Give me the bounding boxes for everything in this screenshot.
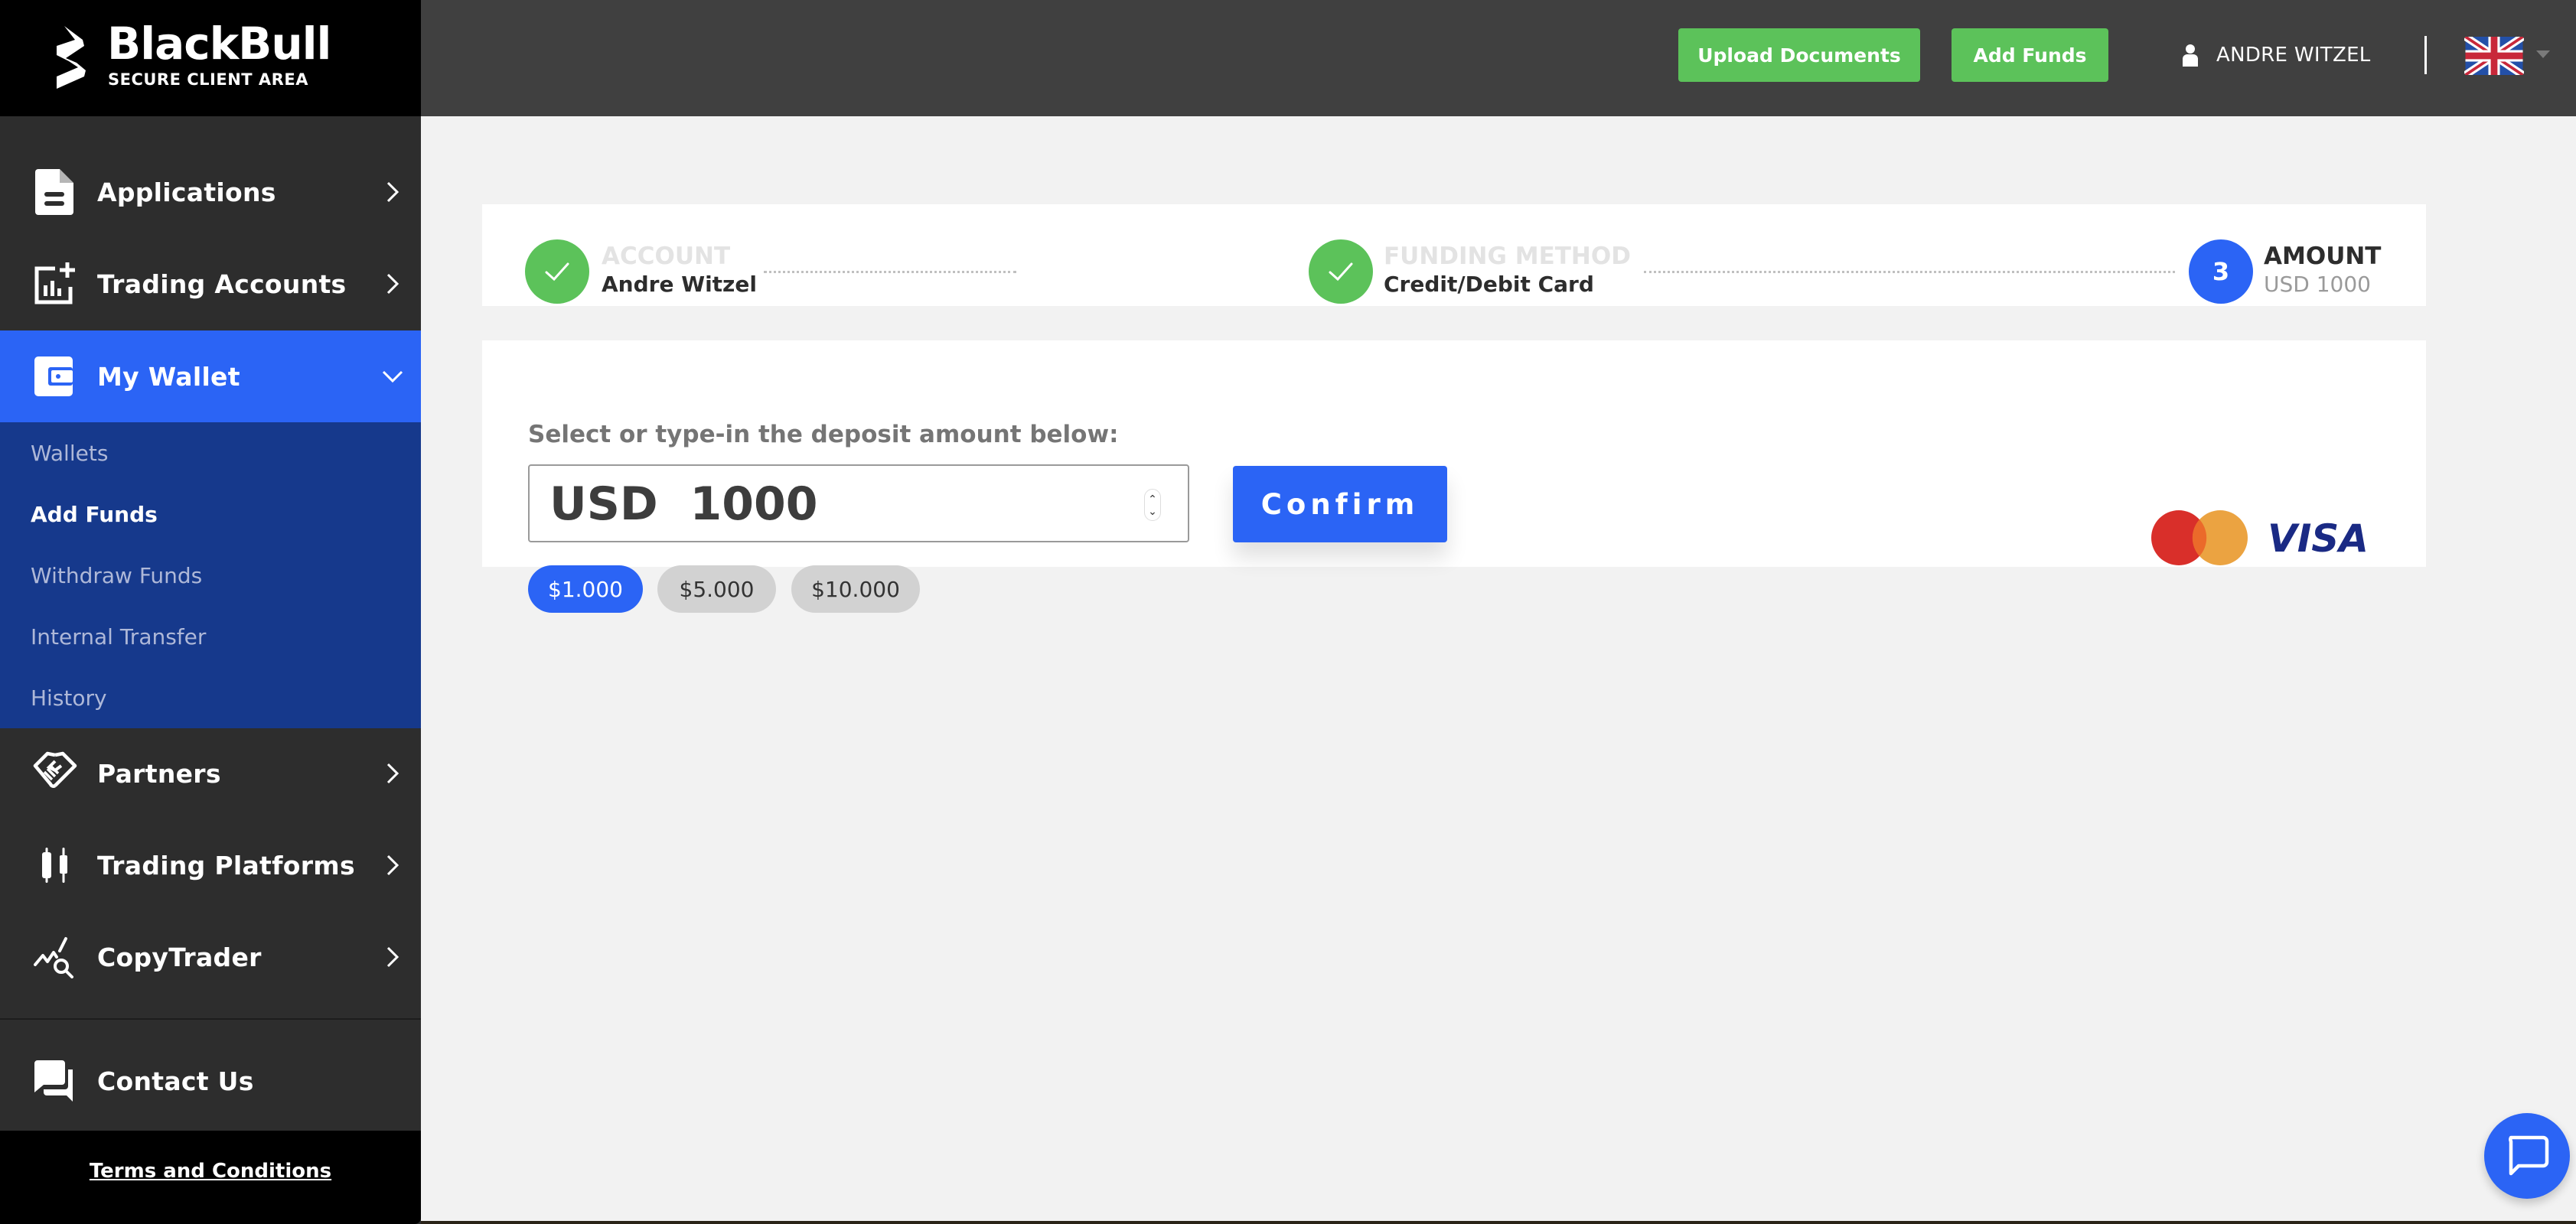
- step-2-complete-indicator: [1309, 239, 1373, 304]
- sidebar-footer: Terms and Conditions: [0, 1131, 421, 1224]
- user-menu[interactable]: ANDRE WITZEL: [2181, 38, 2371, 72]
- sidebar-item-my-wallet[interactable]: My Wallet: [0, 330, 421, 422]
- document-icon: [32, 169, 78, 215]
- sidebar-item-label: Applications: [97, 177, 276, 207]
- brand-name: BlackBull: [107, 18, 331, 70]
- terms-and-conditions-link[interactable]: Terms and Conditions: [0, 1160, 421, 1183]
- step-2-title: FUNDING METHOD: [1384, 243, 1631, 270]
- step-connector: [1644, 271, 2175, 273]
- wallet-submenu: Wallets Add Funds Withdraw Funds Interna…: [0, 422, 421, 728]
- step-2-value: Credit/Debit Card: [1384, 272, 1594, 297]
- sidebar: BlackBull SECURE CLIENT AREA Application…: [0, 0, 421, 1224]
- amount-stepper[interactable]: ⌃ ⌄: [1144, 489, 1161, 521]
- chevron-right-icon: [386, 855, 399, 876]
- submenu-item-withdraw-funds[interactable]: Withdraw Funds: [31, 545, 202, 606]
- deposit-amount-card: Select or type-in the deposit amount bel…: [482, 340, 2426, 613]
- wallet-icon: [32, 353, 78, 399]
- step-1-complete-indicator: [525, 239, 589, 304]
- chevron-right-icon: [386, 946, 399, 968]
- step-3-value: USD 1000: [2264, 272, 2371, 297]
- bottom-edge: [421, 1221, 2576, 1224]
- decrement-icon[interactable]: ⌄: [1148, 505, 1157, 517]
- step-connector: [764, 271, 1016, 273]
- chevron-right-icon: [386, 763, 399, 784]
- preset-amount-1000[interactable]: $1.000: [528, 565, 643, 613]
- amount-input[interactable]: [549, 475, 1101, 533]
- chat-bubble-icon: [2509, 1135, 2549, 1176]
- sidebar-item-label: Partners: [97, 758, 221, 789]
- handshake-icon: [32, 750, 78, 796]
- sidebar-item-contact-us[interactable]: Contact Us: [0, 1035, 421, 1127]
- blackbull-logo-icon: [57, 26, 86, 89]
- step-1-title: ACCOUNT: [602, 243, 731, 270]
- deposit-stepper: ACCOUNT Andre Witzel FUNDING METHOD Cred…: [482, 204, 2426, 306]
- chart-add-icon: [32, 261, 78, 307]
- upload-documents-button[interactable]: Upload Documents: [1678, 28, 1920, 82]
- amount-field: ⌃ ⌄: [528, 464, 1189, 542]
- chevron-right-icon: [386, 181, 399, 203]
- sidebar-divider: [0, 1018, 421, 1020]
- sidebar-item-label: Contact Us: [97, 1066, 254, 1096]
- add-funds-button[interactable]: Add Funds: [1952, 28, 2108, 82]
- header-separator: [2424, 36, 2427, 74]
- uk-flag-icon[interactable]: [2464, 37, 2524, 75]
- logo-area[interactable]: BlackBull SECURE CLIENT AREA: [0, 0, 421, 116]
- live-chat-button[interactable]: [2484, 1113, 2570, 1199]
- sidebar-item-label: Trading Accounts: [97, 269, 347, 299]
- preset-amount-10000[interactable]: $10.000: [791, 565, 920, 613]
- sidebar-item-partners[interactable]: Partners: [0, 728, 421, 819]
- sidebar-item-applications[interactable]: Applications: [0, 146, 421, 238]
- chat-icon: [32, 1058, 78, 1104]
- accepted-cards: VISA: [2151, 510, 2369, 565]
- mastercard-icon: [2151, 510, 2248, 565]
- submenu-item-internal-transfer[interactable]: Internal Transfer: [31, 606, 206, 667]
- candlestick-icon: [32, 842, 78, 888]
- submenu-item-wallets[interactable]: Wallets: [31, 422, 108, 483]
- increment-icon[interactable]: ⌃: [1148, 493, 1157, 505]
- confirm-button[interactable]: Confirm: [1233, 466, 1447, 542]
- chevron-down-icon: [382, 370, 403, 383]
- checkmark-icon: [1329, 262, 1353, 282]
- chevron-right-icon: [386, 273, 399, 295]
- top-header: Upload Documents Add Funds ANDRE WITZEL: [421, 0, 2576, 116]
- chart-search-icon: [32, 934, 78, 980]
- visa-icon: VISA: [2268, 516, 2369, 561]
- sidebar-item-label: Trading Platforms: [97, 850, 355, 881]
- checkmark-icon: [545, 262, 569, 282]
- preset-amount-5000[interactable]: $5.000: [657, 565, 776, 613]
- submenu-item-add-funds[interactable]: Add Funds: [31, 483, 158, 545]
- sidebar-item-label: CopyTrader: [97, 942, 262, 972]
- sidebar-item-trading-accounts[interactable]: Trading Accounts: [0, 238, 421, 330]
- sidebar-item-label: My Wallet: [97, 361, 240, 392]
- sidebar-item-trading-platforms[interactable]: Trading Platforms: [0, 819, 421, 911]
- user-name: ANDRE WITZEL: [2216, 44, 2371, 67]
- language-dropdown-caret-icon[interactable]: [2536, 50, 2550, 58]
- sidebar-item-copytrader[interactable]: CopyTrader: [0, 911, 421, 1003]
- user-icon: [2183, 44, 2198, 67]
- step-1-value: Andre Witzel: [602, 272, 757, 297]
- deposit-instruction: Select or type-in the deposit amount bel…: [528, 421, 1119, 448]
- step-3-current-indicator: 3: [2189, 239, 2253, 304]
- brand-subtitle: SECURE CLIENT AREA: [108, 70, 308, 89]
- submenu-item-history[interactable]: History: [31, 667, 107, 728]
- step-3-title: AMOUNT: [2264, 243, 2382, 270]
